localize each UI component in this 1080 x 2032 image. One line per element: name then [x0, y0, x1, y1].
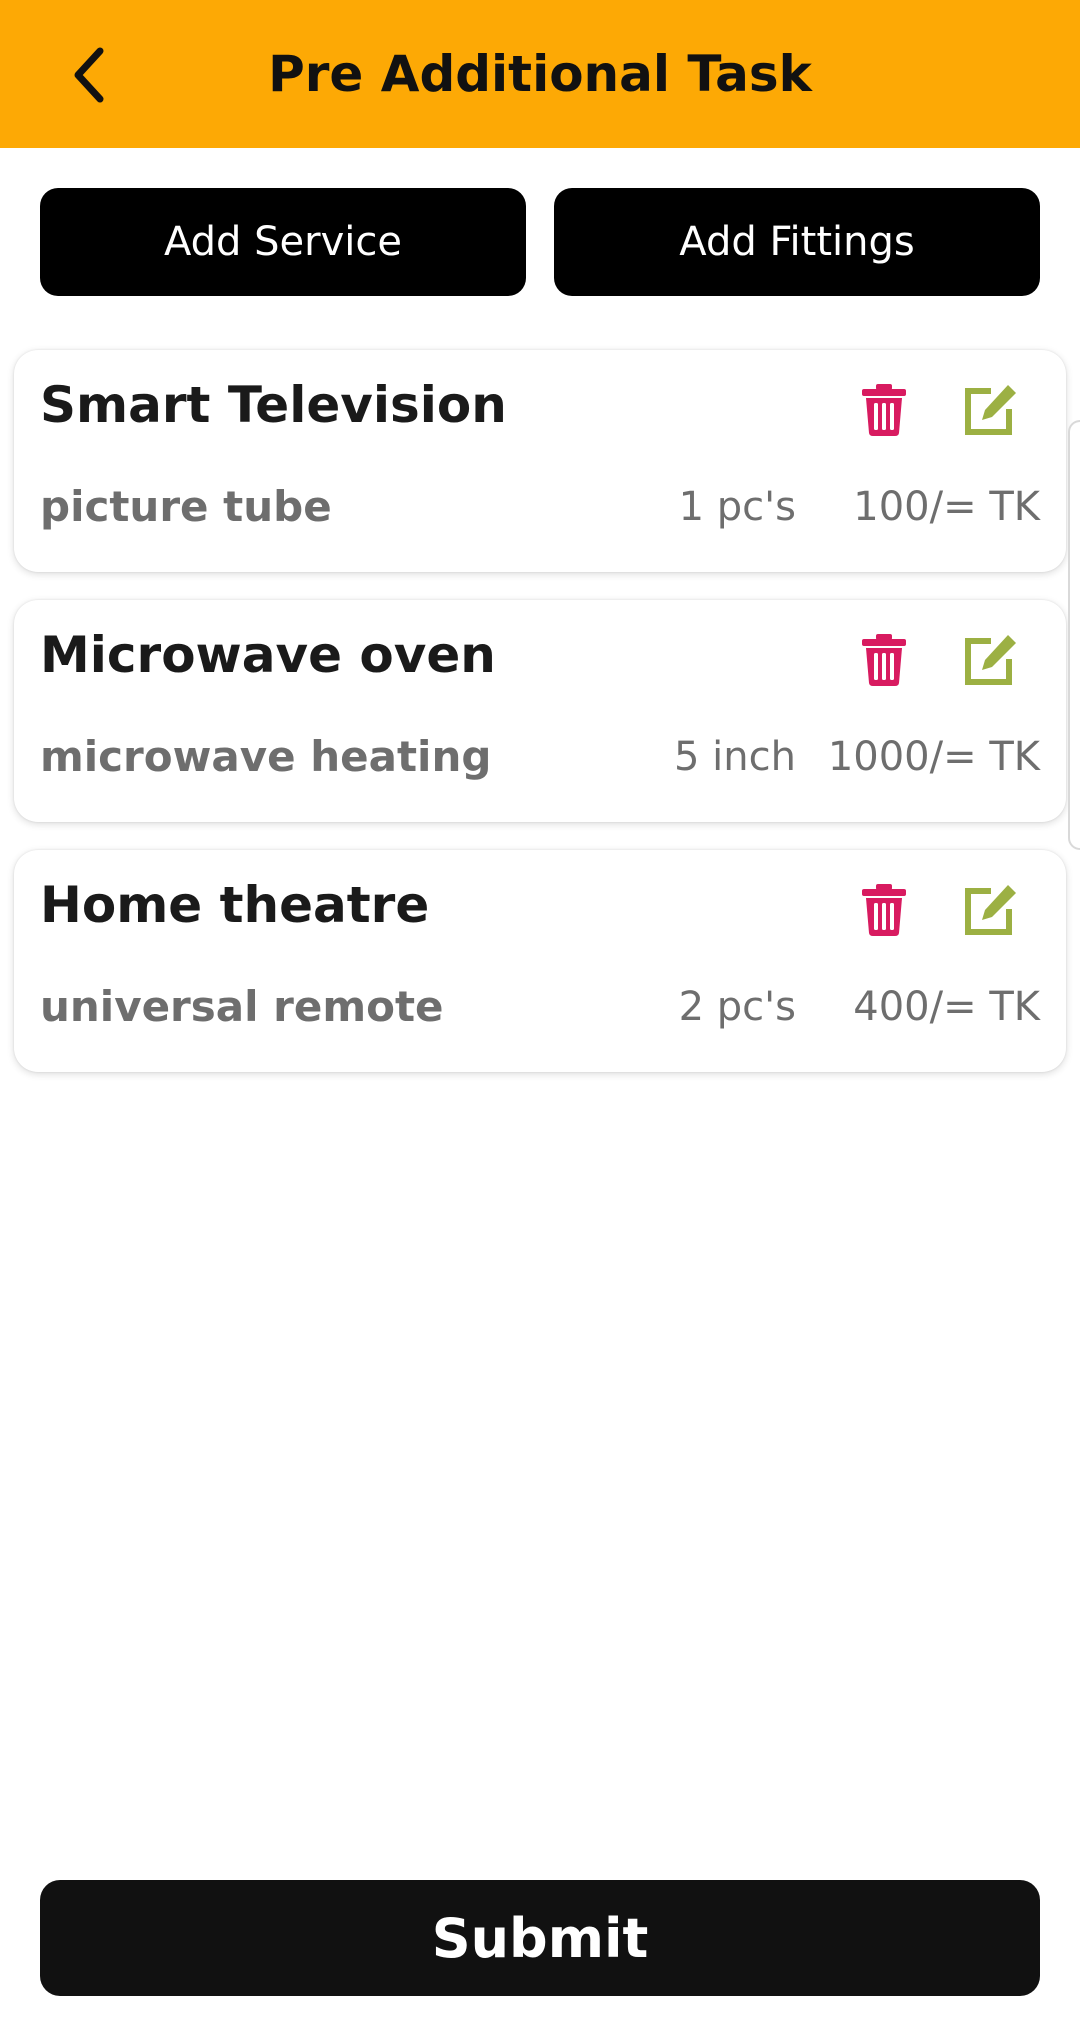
item-title: Smart Television	[40, 376, 507, 434]
app-bar: Pre Additional Task	[0, 0, 1080, 148]
add-fittings-button[interactable]: Add Fittings	[554, 188, 1040, 296]
edit-icon	[965, 885, 1016, 935]
item-quantity: 5 inch	[674, 734, 796, 780]
item-price: 400/= TK	[853, 984, 1040, 1030]
task-list: Smart Television picture tube 1 pc's 100…	[14, 350, 1066, 1100]
action-buttons: Add Service Add Fittings	[40, 188, 1040, 296]
trash-icon	[862, 884, 906, 936]
page-title: Pre Additional Task	[268, 45, 812, 103]
item-quantity: 2 pc's	[678, 984, 796, 1030]
edit-icon	[965, 385, 1016, 435]
delete-button[interactable]	[852, 878, 916, 942]
chevron-left-icon	[74, 47, 104, 103]
list-item: Home theatre universal remote 2 pc's 400…	[14, 850, 1066, 1072]
trash-icon	[862, 384, 906, 436]
delete-button[interactable]	[852, 378, 916, 442]
back-button[interactable]	[60, 40, 120, 110]
item-quantity: 1 pc's	[678, 484, 796, 530]
item-title: Home theatre	[40, 876, 430, 934]
item-title: Microwave oven	[40, 626, 496, 684]
delete-button[interactable]	[852, 628, 916, 692]
submit-button[interactable]: Submit	[40, 1880, 1040, 1996]
edit-button[interactable]	[958, 628, 1022, 692]
list-item: Smart Television picture tube 1 pc's 100…	[14, 350, 1066, 572]
add-service-button[interactable]: Add Service	[40, 188, 526, 296]
item-description: universal remote	[40, 982, 444, 1031]
edit-button[interactable]	[958, 378, 1022, 442]
item-price: 1000/= TK	[827, 734, 1040, 780]
edit-button[interactable]	[958, 878, 1022, 942]
item-price: 100/= TK	[853, 484, 1040, 530]
item-description: picture tube	[40, 482, 332, 531]
edit-icon	[965, 635, 1016, 685]
scrollbar[interactable]	[1068, 420, 1080, 850]
item-description: microwave heating	[40, 732, 492, 781]
trash-icon	[862, 634, 906, 686]
list-item: Microwave oven microwave heating 5 inch …	[14, 600, 1066, 822]
